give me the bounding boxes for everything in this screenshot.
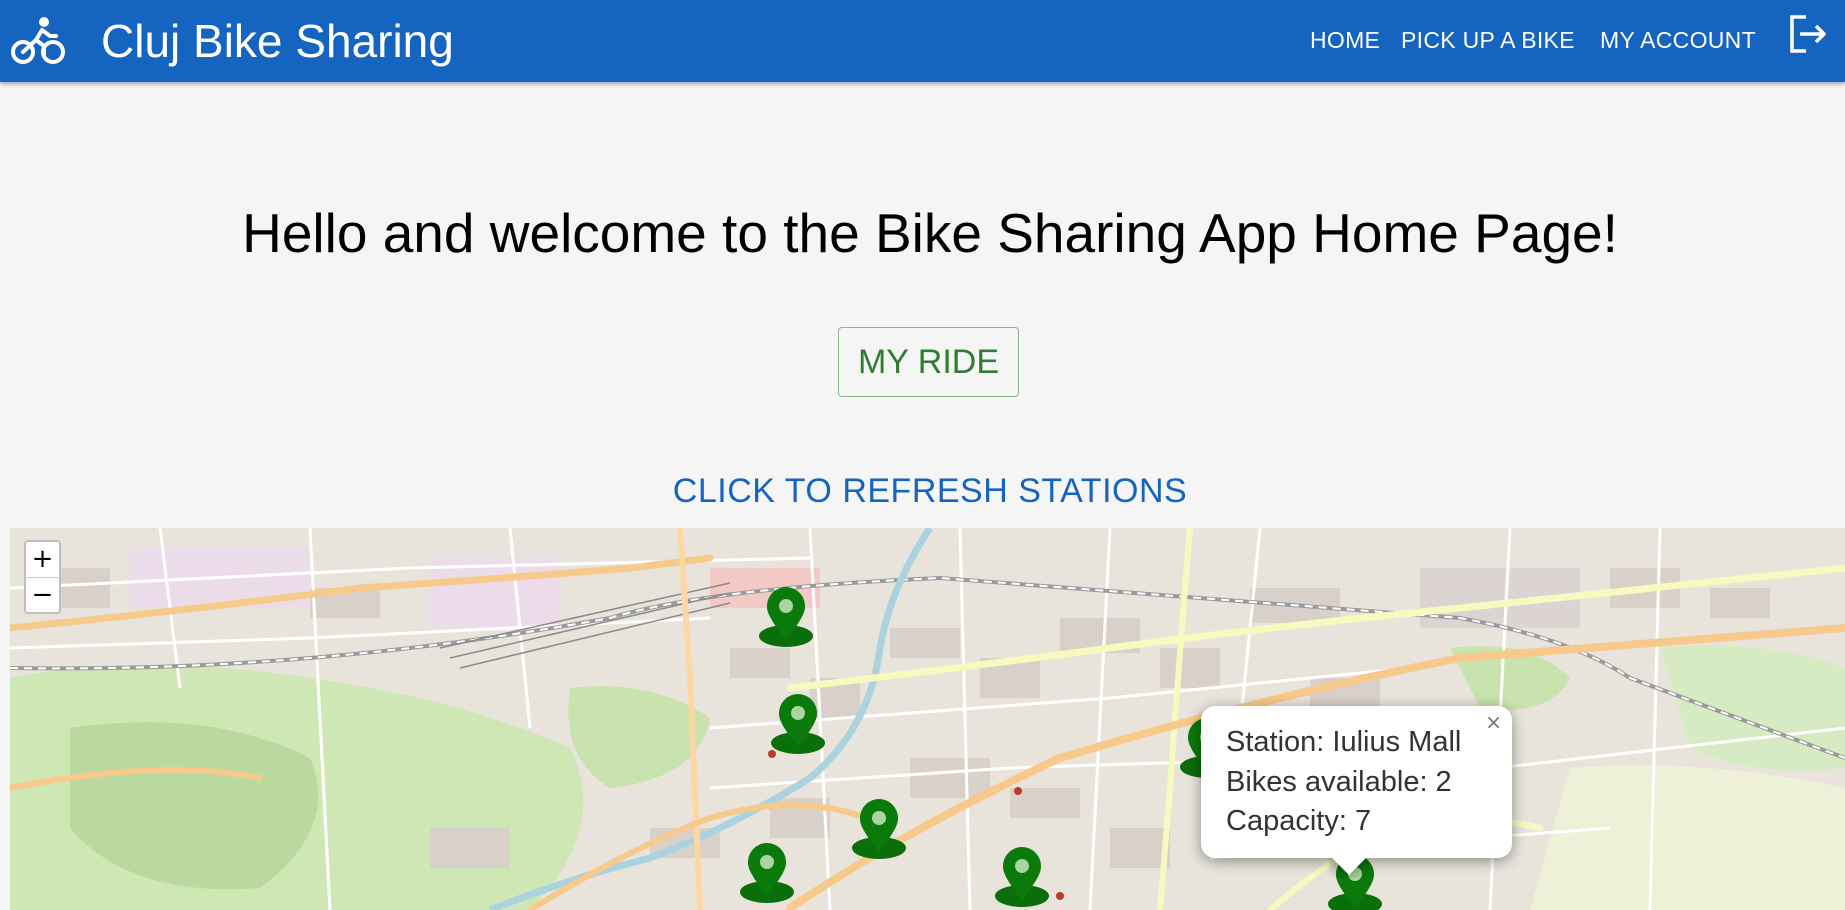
refresh-stations-button[interactable]: CLICK TO REFRESH STATIONS: [660, 466, 1200, 516]
station-marker[interactable]: [850, 796, 908, 862]
nav-pick-up-bike-button[interactable]: PICK UP A BIKE: [1401, 20, 1575, 60]
logout-icon[interactable]: [1788, 14, 1828, 54]
nav-home-button[interactable]: HOME: [1310, 20, 1380, 60]
popup-station-name: Station: Iulius Mall: [1226, 726, 1462, 758]
station-popup: × Station: Iulius Mall Bikes available: …: [1201, 706, 1512, 858]
station-marker[interactable]: [769, 691, 827, 757]
stations-map[interactable]: + −: [10, 528, 1845, 910]
zoom-control: + −: [24, 540, 61, 614]
popup-bikes-available: Bikes available: 2: [1226, 766, 1452, 798]
nav-my-account-button[interactable]: MY ACCOUNT: [1600, 20, 1756, 60]
station-marker[interactable]: [993, 844, 1051, 910]
map-tiles[interactable]: [10, 528, 1845, 910]
my-ride-button[interactable]: MY RIDE: [838, 327, 1019, 397]
zoom-out-button[interactable]: −: [26, 578, 59, 613]
popup-close-button[interactable]: ×: [1485, 710, 1502, 734]
bike-icon[interactable]: [10, 14, 66, 66]
station-marker[interactable]: [738, 840, 796, 906]
station-marker[interactable]: [757, 584, 815, 650]
zoom-in-button[interactable]: +: [26, 542, 59, 578]
app-bar: Cluj Bike Sharing HOME PICK UP A BIKE MY…: [0, 0, 1845, 82]
app-title: Cluj Bike Sharing: [101, 15, 454, 67]
popup-capacity: Capacity: 7: [1226, 805, 1372, 837]
popup-tip: [1329, 858, 1369, 878]
welcome-heading: Hello and welcome to the Bike Sharing Ap…: [242, 202, 1618, 264]
